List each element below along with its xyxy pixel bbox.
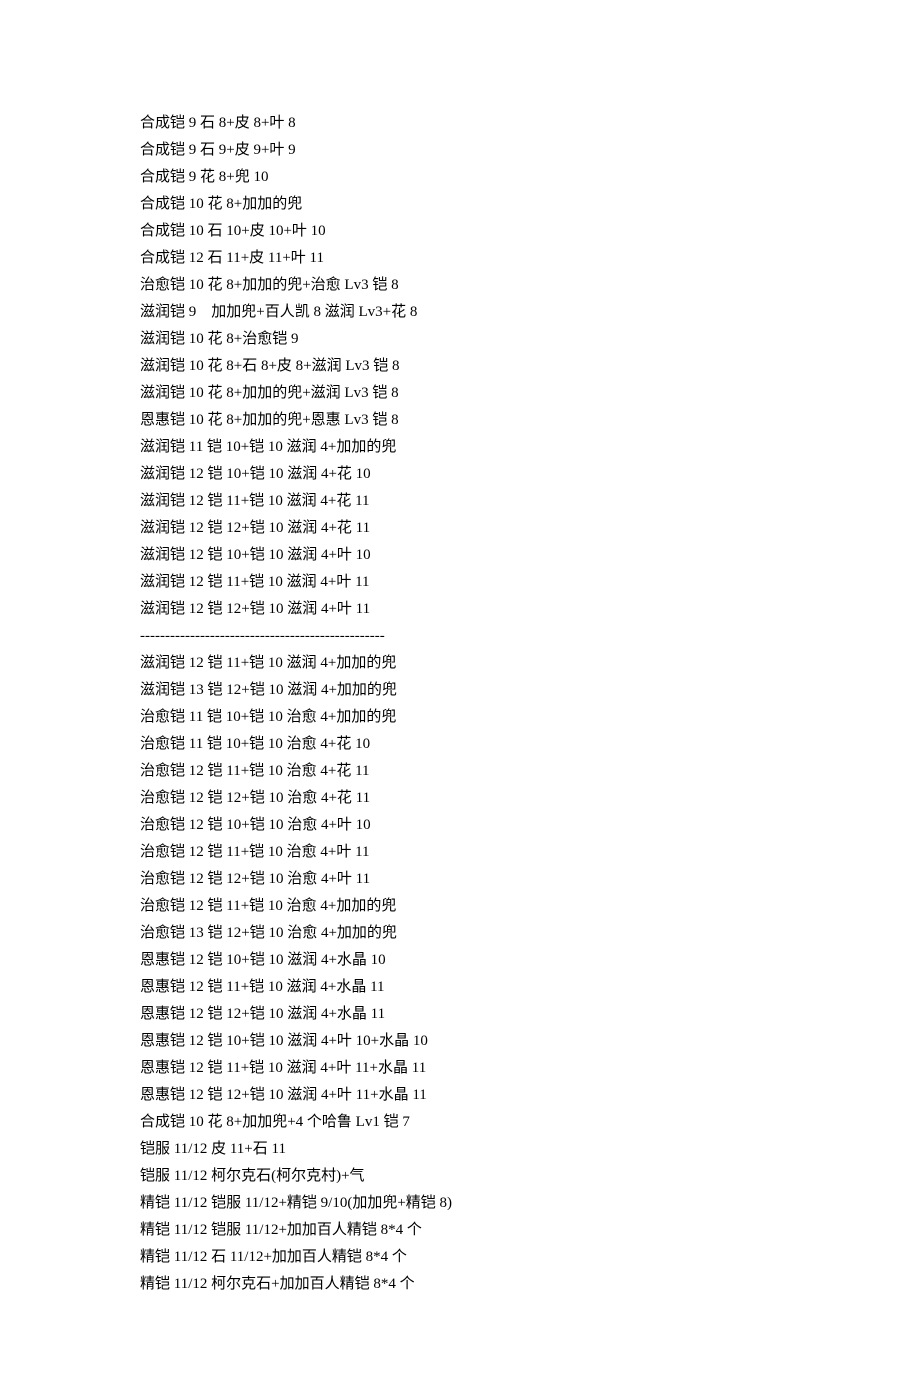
text-line: 治愈铠 10 花 8+加加的兜+治愈 Lv3 铠 8 [140, 272, 780, 299]
text-line: 恩惠铠 12 铠 10+铠 10 滋润 4+叶 10+水晶 10 [140, 1028, 780, 1055]
text-line: 滋润铠 12 铠 10+铠 10 滋润 4+叶 10 [140, 542, 780, 569]
text-line: 铠服 11/12 皮 11+石 11 [140, 1136, 780, 1163]
text-line: 治愈铠 12 铠 12+铠 10 治愈 4+花 11 [140, 785, 780, 812]
text-line: 恩惠铠 12 铠 12+铠 10 滋润 4+叶 11+水晶 11 [140, 1082, 780, 1109]
text-line: 滋润铠 9 加加兜+百人凯 8 滋润 Lv3+花 8 [140, 299, 780, 326]
text-line: 滋润铠 12 铠 11+铠 10 滋润 4+叶 11 [140, 569, 780, 596]
text-line: 精铠 11/12 铠服 11/12+加加百人精铠 8*4 个 [140, 1217, 780, 1244]
text-line: 滋润铠 12 铠 12+铠 10 滋润 4+叶 11 [140, 596, 780, 623]
text-line: 恩惠铠 12 铠 11+铠 10 滋润 4+叶 11+水晶 11 [140, 1055, 780, 1082]
text-line: 合成铠 10 花 8+加加的兜 [140, 191, 780, 218]
text-line: 合成铠 10 石 10+皮 10+叶 10 [140, 218, 780, 245]
text-line: 合成铠 12 石 11+皮 11+叶 11 [140, 245, 780, 272]
text-line: 滋润铠 11 铠 10+铠 10 滋润 4+加加的兜 [140, 434, 780, 461]
text-line: 治愈铠 12 铠 11+铠 10 治愈 4+花 11 [140, 758, 780, 785]
text-line: 滋润铠 12 铠 10+铠 10 滋润 4+花 10 [140, 461, 780, 488]
text-line: 恩惠铠 10 花 8+加加的兜+恩惠 Lv3 铠 8 [140, 407, 780, 434]
text-line: 滋润铠 12 铠 12+铠 10 滋润 4+花 11 [140, 515, 780, 542]
text-line: 合成铠 9 花 8+兜 10 [140, 164, 780, 191]
text-line: 治愈铠 11 铠 10+铠 10 治愈 4+加加的兜 [140, 704, 780, 731]
text-line: 滋润铠 12 铠 11+铠 10 滋润 4+加加的兜 [140, 650, 780, 677]
text-line: 精铠 11/12 石 11/12+加加百人精铠 8*4 个 [140, 1244, 780, 1271]
text-line: 治愈铠 13 铠 12+铠 10 治愈 4+加加的兜 [140, 920, 780, 947]
text-line: 铠服 11/12 柯尔克石(柯尔克村)+气 [140, 1163, 780, 1190]
text-line: 恩惠铠 12 铠 12+铠 10 滋润 4+水晶 11 [140, 1001, 780, 1028]
text-line: 滋润铠 12 铠 11+铠 10 滋润 4+花 11 [140, 488, 780, 515]
text-line: 治愈铠 12 铠 11+铠 10 治愈 4+加加的兜 [140, 893, 780, 920]
text-line: 滋润铠 13 铠 12+铠 10 滋润 4+加加的兜 [140, 677, 780, 704]
text-line: 恩惠铠 12 铠 11+铠 10 滋润 4+水晶 11 [140, 974, 780, 1001]
text-line: 滋润铠 10 花 8+加加的兜+滋润 Lv3 铠 8 [140, 380, 780, 407]
text-line: 治愈铠 11 铠 10+铠 10 治愈 4+花 10 [140, 731, 780, 758]
text-line: 合成铠 9 石 9+皮 9+叶 9 [140, 137, 780, 164]
document-page: 合成铠 9 石 8+皮 8+叶 8 合成铠 9 石 9+皮 9+叶 9 合成铠 … [0, 0, 920, 1378]
divider-line: ----------------------------------------… [140, 623, 780, 650]
text-line: 合成铠 9 石 8+皮 8+叶 8 [140, 110, 780, 137]
text-line: 精铠 11/12 铠服 11/12+精铠 9/10(加加兜+精铠 8) [140, 1190, 780, 1217]
text-line: 治愈铠 12 铠 12+铠 10 治愈 4+叶 11 [140, 866, 780, 893]
text-line: 治愈铠 12 铠 10+铠 10 治愈 4+叶 10 [140, 812, 780, 839]
text-line: 精铠 11/12 柯尔克石+加加百人精铠 8*4 个 [140, 1271, 780, 1298]
text-line: 滋润铠 10 花 8+治愈铠 9 [140, 326, 780, 353]
document-content: 合成铠 9 石 8+皮 8+叶 8 合成铠 9 石 9+皮 9+叶 9 合成铠 … [140, 110, 780, 1298]
text-line: 滋润铠 10 花 8+石 8+皮 8+滋润 Lv3 铠 8 [140, 353, 780, 380]
text-line: 合成铠 10 花 8+加加兜+4 个哈鲁 Lv1 铠 7 [140, 1109, 780, 1136]
text-line: 治愈铠 12 铠 11+铠 10 治愈 4+叶 11 [140, 839, 780, 866]
text-line: 恩惠铠 12 铠 10+铠 10 滋润 4+水晶 10 [140, 947, 780, 974]
